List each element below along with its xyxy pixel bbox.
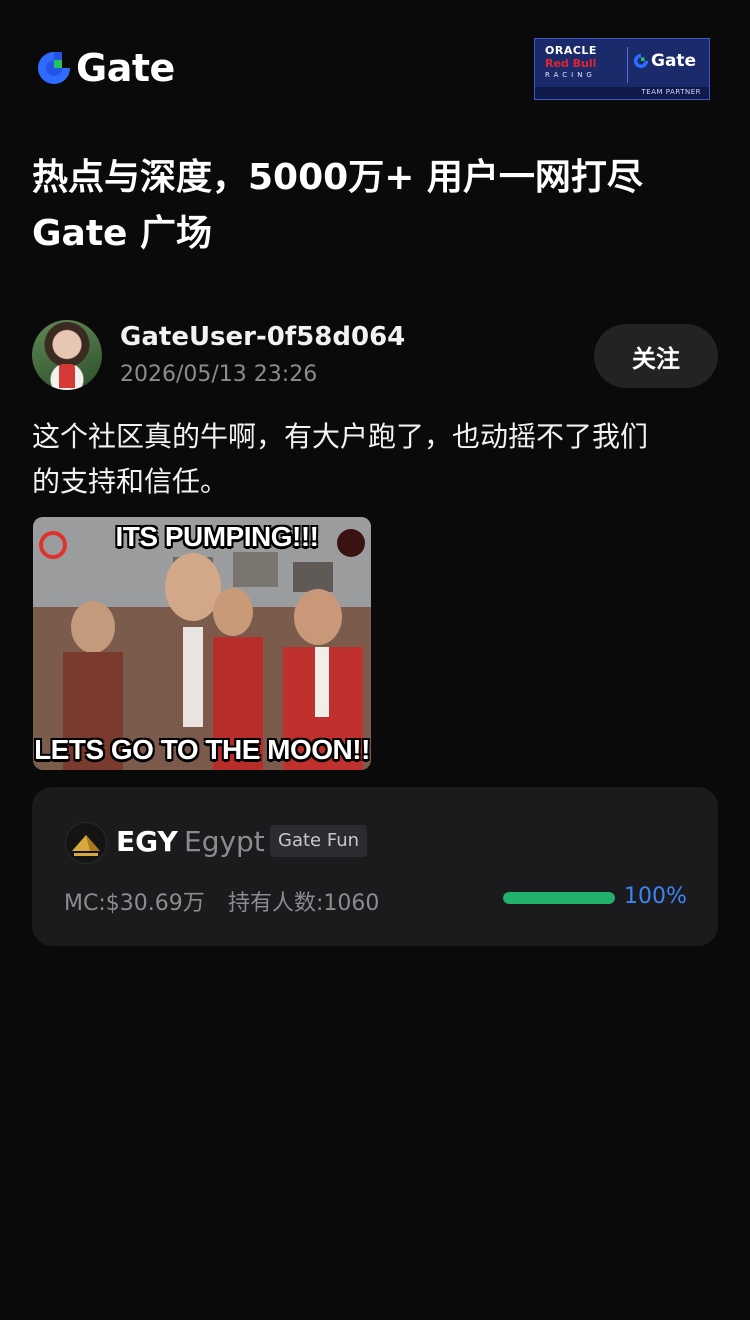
page-headline: 热点与深度，5000万+ 用户一网打尽 Gate 广场 bbox=[32, 150, 722, 262]
post-image[interactable]: ITS PUMPING!!! LETS GO TO THE MOON!! bbox=[33, 517, 371, 770]
badge-brand-text: Gate bbox=[651, 51, 697, 71]
oracle-text: ORACLE bbox=[545, 44, 597, 57]
meme-caption-top: ITS PUMPING!!! bbox=[115, 521, 320, 552]
gate-logo[interactable]: Gate bbox=[36, 48, 175, 88]
post-timestamp: 2026/05/13 23:26 bbox=[120, 362, 318, 387]
badge-strip: TEAM PARTNER bbox=[535, 87, 709, 99]
progress-bar-fill bbox=[503, 892, 615, 904]
logo-text: Gate bbox=[76, 46, 175, 90]
post-author-row: GateUser-0f58d064 2026/05/13 23:26 关注 bbox=[32, 320, 718, 392]
headline-line-2: Gate 广场 bbox=[32, 213, 213, 254]
avatar-figure bbox=[59, 364, 75, 388]
badge-divider bbox=[627, 47, 628, 83]
team-partner-text: TEAM PARTNER bbox=[641, 88, 701, 96]
follow-button[interactable]: 关注 bbox=[594, 324, 718, 388]
token-name: Egypt bbox=[184, 825, 265, 858]
gate-logo-small-icon bbox=[633, 53, 649, 69]
token-tag: Gate Fun bbox=[270, 825, 368, 857]
progress-percent: 100% bbox=[624, 884, 687, 909]
header: Gate ORACLE Red Bull RACING Gate TEAM PA… bbox=[0, 0, 750, 130]
meme-caption-bottom: LETS GO TO THE MOON!! bbox=[34, 734, 370, 765]
username[interactable]: GateUser-0f58d064 bbox=[120, 322, 405, 352]
avatar[interactable] bbox=[32, 320, 102, 390]
redbull-text: Red Bull bbox=[545, 57, 597, 70]
progress-bar bbox=[503, 892, 615, 904]
token-symbol: EGY bbox=[116, 825, 178, 858]
badge-gate-logo: Gate bbox=[633, 51, 696, 71]
pyramid-icon bbox=[65, 822, 107, 864]
token-holders: 持有人数:1060 bbox=[228, 891, 380, 916]
team-partner-badge: ORACLE Red Bull RACING Gate TEAM PARTNER bbox=[534, 38, 710, 100]
token-card[interactable]: EGY Egypt Gate Fun MC:$30.69万 持有人数:1060 … bbox=[32, 787, 718, 946]
meme-scene bbox=[33, 517, 371, 770]
racing-text: RACING bbox=[545, 71, 596, 79]
token-market-cap: MC:$30.69万 bbox=[64, 891, 205, 916]
post-text-line-1: 这个社区真的牛啊，有大户跑了，也动摇不了我们 bbox=[32, 420, 649, 453]
gate-logo-icon bbox=[38, 52, 70, 84]
headline-line-1: 热点与深度，5000万+ 用户一网打尽 bbox=[32, 157, 643, 198]
post-text: 这个社区真的牛啊，有大户跑了，也动摇不了我们 的支持和信任。 bbox=[32, 414, 722, 504]
post-text-line-2: 的支持和信任。 bbox=[32, 465, 229, 498]
